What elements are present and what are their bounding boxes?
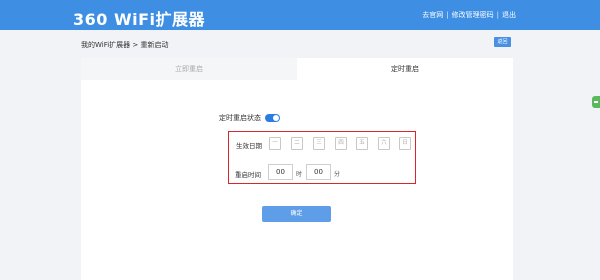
side-panel-handle[interactable] (592, 96, 600, 108)
tab-reboot-now[interactable]: 立即重启 (81, 58, 297, 80)
back-button[interactable]: 返回 (494, 37, 511, 47)
day-button-mon[interactable]: 一 (269, 137, 281, 150)
reboot-time-label: 重启时间 (235, 171, 261, 179)
confirm-button[interactable]: 确定 (262, 206, 331, 222)
minute-unit: 分 (334, 171, 341, 178)
change-password-link[interactable]: 修改管理密码 (452, 10, 494, 20)
logout-link[interactable]: 退出 (502, 10, 516, 20)
minute-input[interactable]: 00 (306, 164, 331, 180)
breadcrumb: 我的WiFi扩展器 > 重新启动 (81, 41, 169, 49)
day-button-fri[interactable]: 五 (356, 137, 368, 150)
day-button-sat[interactable]: 六 (378, 137, 390, 150)
hour-input[interactable]: 00 (268, 164, 293, 180)
tab-scheduled-reboot[interactable]: 定时重启 (297, 58, 513, 80)
schedule-toggle[interactable] (265, 114, 280, 122)
day-button-wed[interactable]: 三 (313, 137, 325, 150)
top-links: 去官网 | 修改管理密码 | 退出 (422, 10, 516, 20)
link-separator: | (496, 11, 499, 19)
top-bar: 360 WiFi扩展器 去官网 | 修改管理密码 | 退出 (0, 0, 600, 30)
day-button-sun[interactable]: 日 (399, 137, 411, 150)
link-separator: | (446, 11, 449, 19)
official-site-link[interactable]: 去官网 (422, 10, 443, 20)
day-button-thu[interactable]: 四 (335, 137, 347, 150)
hour-unit: 时 (296, 171, 303, 178)
effective-days-label: 生效日期 (236, 142, 262, 150)
app-logo: 360 WiFi扩展器 (73, 10, 206, 29)
schedule-status-label: 定时重启状态 (219, 114, 261, 122)
day-button-tue[interactable]: 二 (291, 137, 303, 150)
schedule-status-row: 定时重启状态 (219, 113, 280, 123)
